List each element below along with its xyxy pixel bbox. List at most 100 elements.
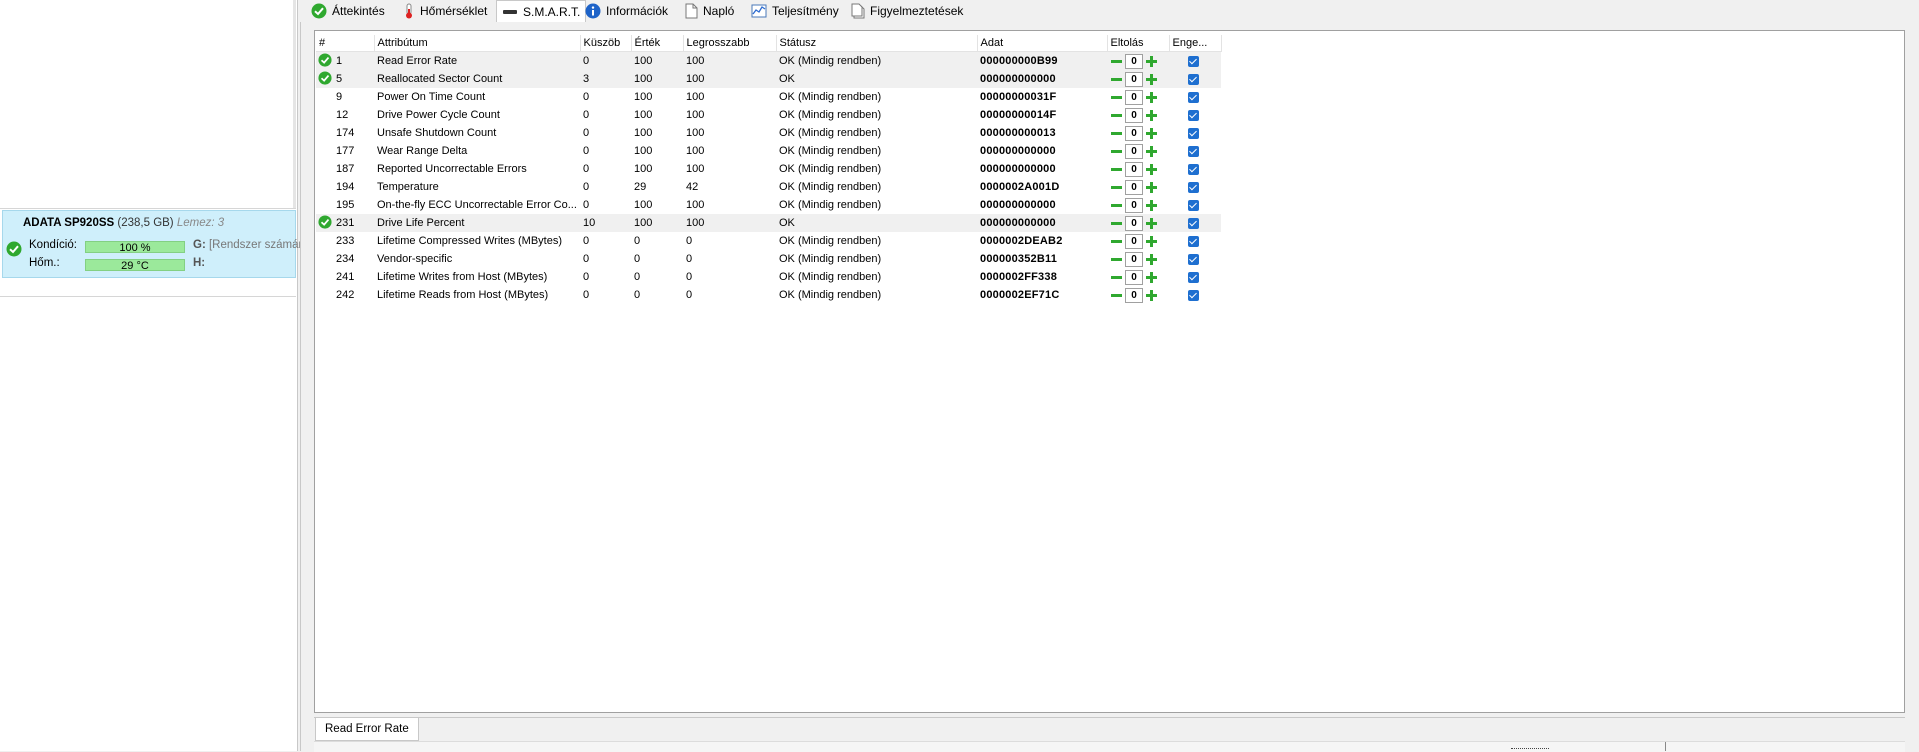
- smart-row[interactable]: 233 Lifetime Compressed Writes (MBytes) 0 0…: [316, 232, 1221, 250]
- enable-checkbox[interactable]: [1188, 289, 1199, 301]
- offset-value[interactable]: 0: [1125, 251, 1143, 267]
- cell-id: 231: [316, 214, 374, 232]
- enable-checkbox[interactable]: [1188, 109, 1199, 121]
- enable-checkbox[interactable]: [1188, 73, 1199, 85]
- cell-attribute: Lifetime Writes from Host (MBytes): [377, 271, 548, 283]
- smart-row[interactable]: 177 Wear Range Delta 0 100 100 OK (Mindig ren…: [316, 142, 1221, 160]
- enable-checkbox[interactable]: [1188, 163, 1199, 175]
- offset-minus-icon[interactable]: [1110, 181, 1123, 194]
- offset-minus-icon[interactable]: [1110, 235, 1123, 248]
- left-scrollbar[interactable]: [293, 0, 296, 208]
- smart-row[interactable]: 1 Read Error Rate 0 100 100 OK (Mindig rendbe…: [316, 51, 1221, 70]
- tab-alerts[interactable]: Figyelmeztetések: [846, 0, 969, 21]
- cell-status: OK (Mindig rendben): [779, 253, 882, 265]
- col-header-threshold[interactable]: Küszöb: [580, 35, 632, 52]
- smart-row[interactable]: 174 Unsafe Shutdown Count 0 100 100 OK (Mindi…: [316, 124, 1221, 142]
- col-header-id[interactable]: #: [316, 35, 375, 52]
- offset-minus-icon[interactable]: [1110, 289, 1123, 302]
- smart-row[interactable]: 5 Reallocated Sector Count 3 100 100 OK 000000…: [316, 70, 1221, 88]
- col-header-value[interactable]: Érték: [631, 35, 684, 52]
- offset-minus-icon[interactable]: [1110, 55, 1123, 68]
- offset-stepper: 0: [1110, 161, 1169, 177]
- smart-row[interactable]: 194 Temperature 0 29 42 OK (Mindig rendben) 00…: [316, 178, 1221, 196]
- offset-minus-icon[interactable]: [1110, 253, 1123, 266]
- offset-value[interactable]: 0: [1125, 233, 1143, 249]
- enable-checkbox[interactable]: [1188, 271, 1199, 283]
- smart-row[interactable]: 231 Drive Life Percent 10 100 100 OK 000000000…: [316, 214, 1221, 232]
- offset-plus-icon[interactable]: [1145, 145, 1158, 158]
- offset-minus-icon[interactable]: [1110, 163, 1123, 176]
- tab-performance[interactable]: Teljesítmény: [746, 0, 845, 21]
- offset-value[interactable]: 0: [1125, 125, 1143, 141]
- smart-row[interactable]: 12 Drive Power Cycle Count 0 100 100 OK (Mind…: [316, 106, 1221, 124]
- offset-value[interactable]: 0: [1125, 287, 1143, 303]
- col-header-enable[interactable]: Enge...: [1169, 35, 1222, 52]
- cell-worst: 0: [686, 235, 693, 247]
- offset-value[interactable]: 0: [1125, 107, 1143, 123]
- offset-value[interactable]: 0: [1125, 161, 1143, 177]
- offset-stepper: 0: [1110, 269, 1169, 285]
- offset-plus-icon[interactable]: [1145, 217, 1158, 230]
- offset-value[interactable]: 0: [1125, 71, 1143, 87]
- offset-plus-icon[interactable]: [1145, 109, 1158, 122]
- offset-plus-icon[interactable]: [1145, 271, 1158, 284]
- offset-minus-icon[interactable]: [1110, 199, 1123, 212]
- cell-id: 12: [316, 106, 374, 124]
- offset-plus-icon[interactable]: [1145, 163, 1158, 176]
- offset-value[interactable]: 0: [1125, 215, 1143, 231]
- col-header-worst[interactable]: Legrosszabb: [683, 35, 777, 52]
- tab-log[interactable]: Napló: [680, 0, 740, 21]
- offset-plus-icon[interactable]: [1145, 55, 1158, 68]
- enable-checkbox[interactable]: [1188, 217, 1199, 229]
- col-header-data[interactable]: Adat: [977, 35, 1108, 52]
- offset-plus-icon[interactable]: [1145, 181, 1158, 194]
- drive-h[interactable]: H:: [193, 257, 205, 269]
- disk-card[interactable]: ADATA SP920SS (238,5 GB) Lemez: 3 Kondíc…: [2, 210, 302, 278]
- offset-minus-icon[interactable]: [1110, 73, 1123, 86]
- tab-overview[interactable]: Áttekintés: [306, 0, 391, 21]
- offset-minus-icon[interactable]: [1110, 127, 1123, 140]
- smart-row[interactable]: 187 Reported Uncorrectable Errors 0 100 100 O…: [316, 160, 1221, 178]
- smart-row[interactable]: 195 On-the-fly ECC Uncorrectable Error Co…: [316, 196, 1221, 214]
- enable-checkbox[interactable]: [1188, 127, 1199, 139]
- offset-value[interactable]: 0: [1125, 269, 1143, 285]
- offset-plus-icon[interactable]: [1145, 91, 1158, 104]
- offset-value[interactable]: 0: [1125, 89, 1143, 105]
- offset-plus-icon[interactable]: [1145, 73, 1158, 86]
- offset-plus-icon[interactable]: [1145, 127, 1158, 140]
- offset-plus-icon[interactable]: [1145, 253, 1158, 266]
- enable-checkbox[interactable]: [1188, 91, 1199, 103]
- offset-plus-icon[interactable]: [1145, 235, 1158, 248]
- offset-value[interactable]: 0: [1125, 197, 1143, 213]
- enable-checkbox[interactable]: [1188, 253, 1199, 265]
- offset-plus-icon[interactable]: [1145, 289, 1158, 302]
- offset-minus-icon[interactable]: [1110, 271, 1123, 284]
- tab-smart[interactable]: S.M.A.R.T.: [496, 0, 587, 22]
- enable-checkbox[interactable]: [1188, 55, 1199, 67]
- enable-checkbox[interactable]: [1188, 235, 1199, 247]
- col-header-offset[interactable]: Eltolás: [1107, 35, 1170, 52]
- enable-checkbox[interactable]: [1188, 199, 1199, 211]
- offset-value[interactable]: 0: [1125, 143, 1143, 159]
- offset-minus-icon[interactable]: [1110, 109, 1123, 122]
- offset-minus-icon[interactable]: [1110, 91, 1123, 104]
- offset-value[interactable]: 0: [1125, 179, 1143, 195]
- smart-row[interactable]: 234 Vendor-specific 0 0 0 OK (Mindig rendben)…: [316, 250, 1221, 268]
- cell-attribute: On-the-fly ECC Uncorrectable Error Co...: [377, 199, 577, 211]
- drive-g[interactable]: G: [Rendszer számár: [193, 239, 302, 251]
- tab-information[interactable]: Információk: [580, 0, 674, 21]
- tab-temperature[interactable]: Hőmérséklet: [398, 0, 493, 21]
- enable-checkbox[interactable]: [1188, 145, 1199, 157]
- smart-row[interactable]: 241 Lifetime Writes from Host (MBytes) 0 0 0…: [316, 268, 1221, 286]
- col-header-status[interactable]: Státusz: [776, 35, 978, 52]
- offset-value[interactable]: 0: [1125, 53, 1143, 69]
- offset-minus-icon[interactable]: [1110, 145, 1123, 158]
- smart-row[interactable]: 9 Power On Time Count 0 100 100 OK (Mindig re…: [316, 88, 1221, 106]
- bottom-detail-tab[interactable]: Read Error Rate: [315, 718, 419, 741]
- offset-minus-icon[interactable]: [1110, 217, 1123, 230]
- offset-plus-icon[interactable]: [1145, 199, 1158, 212]
- cell-value: 0: [634, 253, 641, 265]
- enable-checkbox[interactable]: [1188, 181, 1199, 193]
- col-header-attribute[interactable]: Attribútum: [374, 35, 581, 52]
- smart-row[interactable]: 242 Lifetime Reads from Host (MBytes) 0 0 0 O…: [316, 286, 1221, 304]
